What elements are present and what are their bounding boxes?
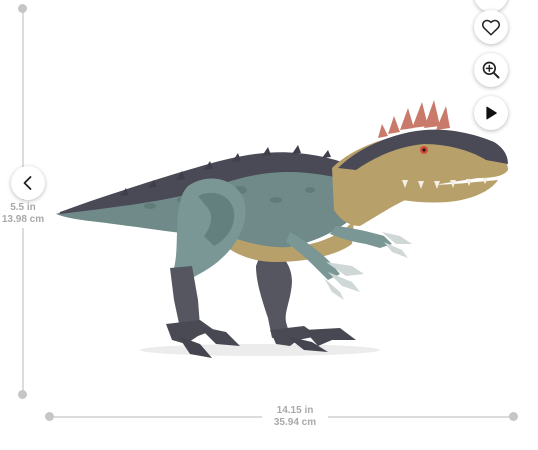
product-image-viewer: 5.5 in 13.98 cm 14.15 in 35.94 cm — [0, 0, 538, 450]
heart-icon — [481, 18, 501, 36]
width-ruler-right-dot — [509, 412, 518, 421]
height-ruler-bottom-dot — [18, 390, 27, 399]
width-ruler-left-dot — [45, 412, 54, 421]
previous-image-button[interactable] — [11, 166, 45, 200]
height-ruler-top-dot — [18, 4, 27, 13]
zoom-button[interactable] — [474, 53, 508, 87]
height-centimeters: 13.98 cm — [1, 214, 45, 225]
width-inches: 14.15 in — [276, 405, 314, 416]
height-measurement: 5.5 in 13.98 cm — [0, 200, 46, 228]
height-inches: 5.5 in — [10, 202, 36, 213]
favorite-button[interactable] — [474, 10, 508, 44]
chevron-left-icon — [21, 175, 35, 191]
toy-head — [332, 100, 508, 226]
zoom-in-icon — [481, 60, 501, 80]
width-centimeters: 35.94 cm — [273, 417, 317, 428]
product-image — [56, 100, 508, 358]
width-measurement: 14.15 in 35.94 cm — [262, 405, 328, 429]
